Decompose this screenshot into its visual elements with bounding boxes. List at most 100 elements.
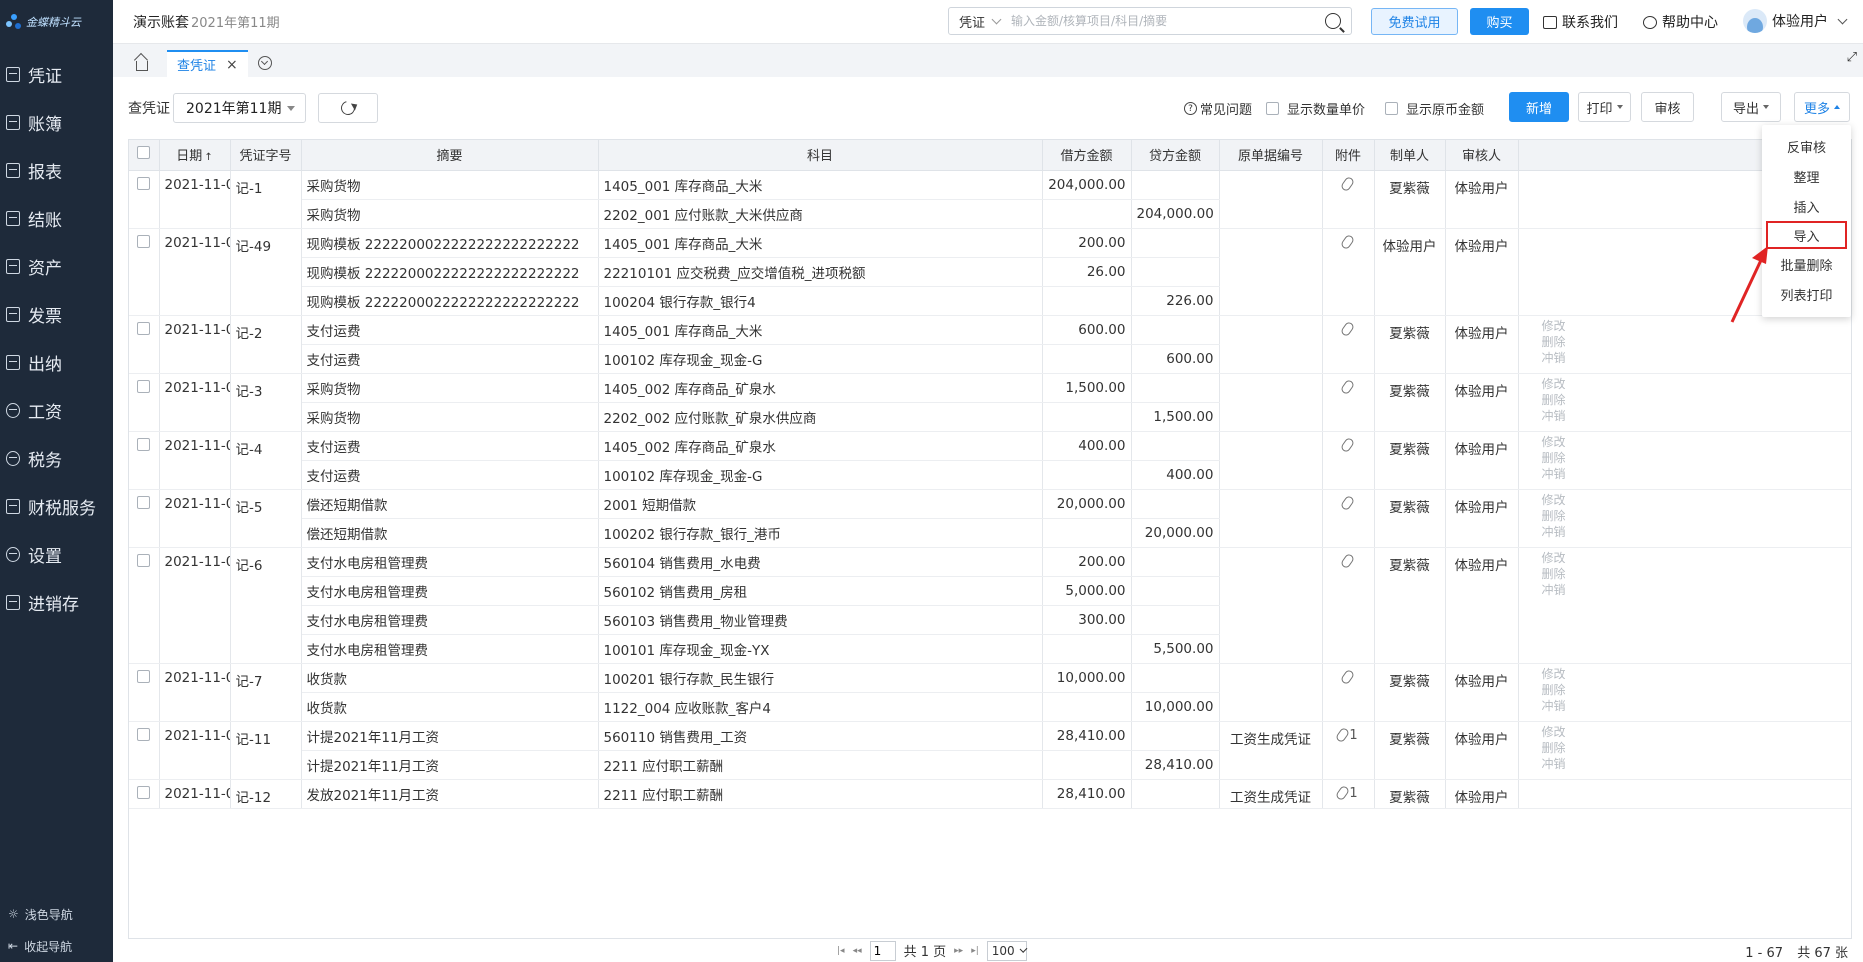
attachment-cell[interactable] [1322,546,1375,664]
sidebar-item-1[interactable]: 账簿 [0,98,113,146]
search-icon[interactable] [1325,13,1341,29]
account-title[interactable]: 演示账套 2021年第11期 [133,12,280,32]
attachment-link[interactable] [1339,320,1355,337]
sidebar-item-0[interactable]: 凭证 [0,50,113,98]
row-select-cell[interactable] [129,227,160,316]
attachment-link[interactable] [1339,436,1355,453]
user-menu[interactable]: 体验用户 [1743,9,1848,33]
reverse-link[interactable]: 冲销 [1524,408,1584,424]
voucher-no[interactable]: 记-6 [230,546,302,664]
attachment-cell[interactable]: 1 [1322,720,1375,780]
voucher-no[interactable]: 记-4 [230,430,302,490]
row-select-cell[interactable] [129,488,160,548]
checkbox[interactable] [1266,102,1279,115]
reverse-link[interactable]: 冲销 [1524,524,1584,540]
sidebar-item-6[interactable]: 出纳 [0,338,113,386]
more-button[interactable]: 更多 [1794,92,1850,122]
brand-logo[interactable]: 金蝶精斗云 [0,0,113,44]
delete-link[interactable]: 删除 [1524,508,1584,524]
sidebar-item-2[interactable]: 报表 [0,146,113,194]
row-checkbox[interactable] [137,553,151,567]
delete-link[interactable]: 删除 [1524,450,1584,466]
select-all-checkbox[interactable] [137,146,151,160]
row-select-cell[interactable] [129,778,160,809]
sidebar-item-9[interactable]: 财税服务 [0,482,113,530]
voucher-no[interactable]: 记-2 [230,314,302,374]
row-select-cell[interactable] [129,430,160,490]
voucher-no[interactable]: 记-5 [230,488,302,548]
sidebar-item-10[interactable]: 设置 [0,530,113,578]
reverse-link[interactable]: 冲销 [1524,756,1584,772]
prev-page-icon[interactable]: ◂◂ [853,946,862,956]
print-button[interactable]: 打印 [1578,92,1631,122]
row-checkbox[interactable] [137,495,151,509]
last-page-icon[interactable]: ▸| [971,946,979,956]
row-select-cell[interactable] [129,314,160,374]
attachment-link[interactable]: 1 [1335,726,1358,744]
row-select-cell[interactable] [129,720,160,780]
show-orig-currency-checkbox[interactable]: 显示原币金额 [1385,99,1484,118]
attachment-cell[interactable]: 1 [1322,778,1375,809]
voucher-no[interactable]: 记-1 [230,169,302,229]
voucher-no[interactable]: 记-3 [230,372,302,432]
attachment-link[interactable] [1339,552,1355,569]
tab-query-voucher[interactable]: 查凭证 × [167,50,248,77]
voucher-no[interactable]: 记-11 [230,720,302,780]
delete-link[interactable]: 删除 [1524,334,1584,350]
contact-link[interactable]: 联系我们 [1543,12,1618,32]
reverse-link[interactable]: 冲销 [1524,698,1584,714]
attachment-cell[interactable] [1322,488,1375,548]
row-checkbox[interactable] [137,176,151,190]
delete-link[interactable]: 删除 [1524,682,1584,698]
row-select-cell[interactable] [129,169,160,229]
audit-button[interactable]: 审核 [1641,92,1694,122]
fullscreen-icon[interactable]: ⤢ [1847,50,1857,65]
row-checkbox[interactable] [137,321,151,335]
attachment-link[interactable] [1339,668,1355,685]
attachment-link[interactable] [1339,233,1355,250]
sort-asc-icon[interactable]: ↑ [204,152,212,163]
attachment-link[interactable] [1339,175,1355,192]
sidebar-item-7[interactable]: 工资 [0,386,113,434]
reverse-link[interactable]: 冲销 [1524,582,1584,598]
attachment-cell[interactable] [1322,662,1375,722]
edit-link[interactable]: 修改 [1524,492,1584,508]
row-select-cell[interactable] [129,372,160,432]
help-link[interactable]: 帮助中心 [1643,12,1718,32]
row-select-cell[interactable] [129,546,160,664]
voucher-no[interactable]: 记-49 [230,227,302,316]
show-qty-price-checkbox[interactable]: 显示数量单价 [1266,99,1365,118]
attachment-link[interactable]: 1 [1335,784,1358,802]
header-select-all[interactable] [129,140,160,171]
row-checkbox[interactable] [137,234,151,248]
tab-list-icon[interactable] [257,56,272,70]
close-icon[interactable]: × [226,57,238,73]
attachment-cell[interactable] [1322,227,1375,316]
first-page-icon[interactable]: |◂ [837,946,845,956]
attachment-link[interactable] [1339,378,1355,395]
row-checkbox[interactable] [137,785,151,799]
delete-link[interactable]: 删除 [1524,740,1584,756]
page-number-input[interactable] [869,940,896,961]
edit-link[interactable]: 修改 [1524,434,1584,450]
checkbox[interactable] [1385,102,1398,115]
menu-item-0[interactable]: 反审核 [1762,131,1851,161]
sidebar-item-8[interactable]: 税务 [0,434,113,482]
refresh-button[interactable] [318,93,378,123]
sidebar-item-3[interactable]: 结账 [0,194,113,242]
collapse-nav-toggle[interactable]: ⇤ 收起导航 [0,930,113,962]
attachment-cell[interactable] [1322,430,1375,490]
delete-link[interactable]: 删除 [1524,566,1584,582]
menu-item-1[interactable]: 整理 [1762,161,1851,191]
menu-item-2[interactable]: 插入 [1762,191,1851,221]
new-button[interactable]: 新增 [1509,92,1569,122]
page-size-select[interactable]: 100 [986,940,1028,961]
free-trial-button[interactable]: 免费试用 [1371,8,1458,35]
export-button[interactable]: 导出 [1721,92,1781,122]
edit-link[interactable]: 修改 [1524,724,1584,740]
row-checkbox[interactable] [137,727,151,741]
voucher-no[interactable]: 记-7 [230,662,302,722]
reverse-link[interactable]: 冲销 [1524,466,1584,482]
sidebar-item-11[interactable]: 进销存 [0,578,113,626]
search-input[interactable] [1011,14,1325,28]
